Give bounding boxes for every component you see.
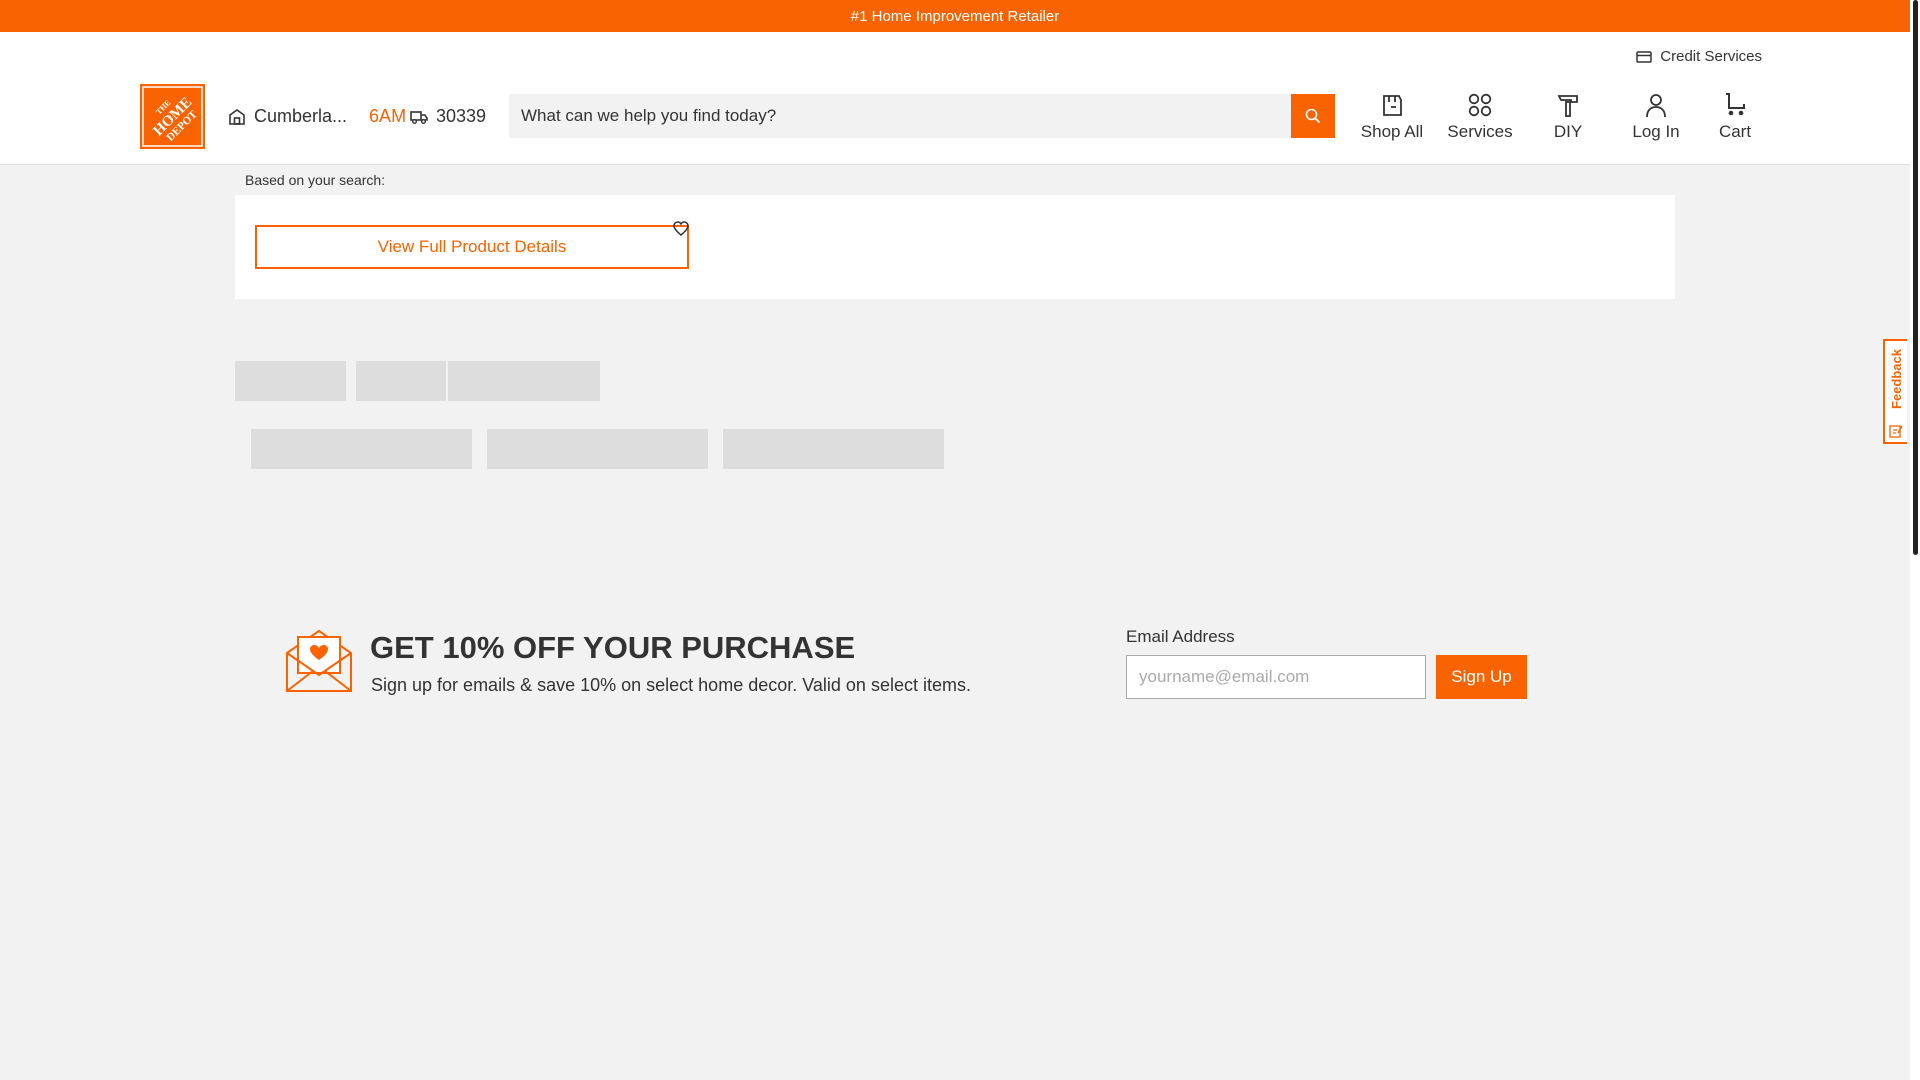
nav-shop-all-label: Shop All bbox=[1360, 122, 1424, 141]
email-field[interactable] bbox=[1126, 655, 1426, 699]
sign-up-button[interactable]: Sign Up bbox=[1436, 655, 1527, 699]
credit-services-label: Credit Services bbox=[1660, 48, 1762, 65]
loading-placeholder bbox=[235, 361, 346, 401]
view-full-product-details-button[interactable]: View Full Product Details bbox=[255, 225, 689, 269]
nav-diy[interactable]: DIY bbox=[1528, 92, 1608, 142]
hammer-icon bbox=[1557, 95, 1578, 117]
credit-card-icon bbox=[1636, 50, 1653, 63]
nav-log-in[interactable]: Log In bbox=[1616, 92, 1696, 142]
favorite-button[interactable] bbox=[673, 221, 689, 241]
loading-placeholder bbox=[251, 429, 472, 469]
product-card: View Full Product Details bbox=[235, 195, 1675, 299]
home-depot-logo[interactable]: THE HOME DEPOT bbox=[140, 84, 205, 149]
loading-placeholder bbox=[723, 429, 944, 469]
cart-icon bbox=[1726, 93, 1745, 116]
search-input[interactable] bbox=[509, 94, 1291, 138]
truck-icon bbox=[410, 110, 428, 124]
store-name: Cumberla... bbox=[254, 106, 348, 126]
nav-log-in-label: Log In bbox=[1632, 122, 1680, 141]
loading-placeholder bbox=[356, 361, 446, 401]
nav-shop-all[interactable]: Shop All bbox=[1352, 92, 1432, 142]
nav-services-label: Services bbox=[1447, 122, 1513, 141]
search-icon bbox=[1305, 108, 1321, 124]
feedback-tab[interactable]: Feedback bbox=[1883, 339, 1907, 444]
banner-tagline: #1 Home Improvement Retailer bbox=[850, 7, 1060, 25]
shop-all-icon bbox=[1383, 95, 1402, 116]
loading-placeholder bbox=[448, 361, 600, 401]
scrollbar-thumb[interactable] bbox=[1913, 0, 1918, 555]
credit-services-link[interactable]: Credit Services bbox=[1636, 48, 1762, 65]
feedback-label: Feedback bbox=[1888, 349, 1904, 409]
search-bar bbox=[509, 94, 1335, 138]
zip-code: 30339 bbox=[436, 106, 487, 126]
search-button[interactable] bbox=[1291, 94, 1335, 138]
user-icon bbox=[1646, 94, 1666, 118]
nav-cart-label: Cart bbox=[1718, 122, 1752, 141]
promo-subtitle: Sign up for emails & save 10% on select … bbox=[371, 675, 971, 695]
heart-icon bbox=[673, 221, 689, 236]
nav-cart[interactable]: Cart bbox=[1695, 92, 1775, 142]
feedback-icon bbox=[1889, 425, 1903, 438]
services-icon bbox=[1468, 93, 1492, 117]
top-banner: #1 Home Improvement Retailer bbox=[0, 0, 1910, 32]
store-selector[interactable]: Cumberla... 6AM bbox=[228, 106, 406, 127]
email-envelope-icon bbox=[285, 627, 353, 698]
delivery-zip-selector[interactable]: 30339 bbox=[410, 106, 486, 127]
store-icon bbox=[229, 108, 245, 125]
store-hours: 6AM bbox=[369, 106, 407, 126]
site-header: Credit Services THE HOME DEPOT Cumberla.… bbox=[0, 32, 1910, 165]
promo-title: GET 10% OFF YOUR PURCHASE bbox=[370, 630, 856, 665]
nav-services[interactable]: Services bbox=[1440, 92, 1520, 142]
search-context-label: Based on your search: bbox=[245, 172, 386, 188]
loading-placeholder bbox=[487, 429, 708, 469]
email-address-label: Email Address bbox=[1126, 627, 1235, 646]
nav-diy-label: DIY bbox=[1553, 122, 1583, 141]
